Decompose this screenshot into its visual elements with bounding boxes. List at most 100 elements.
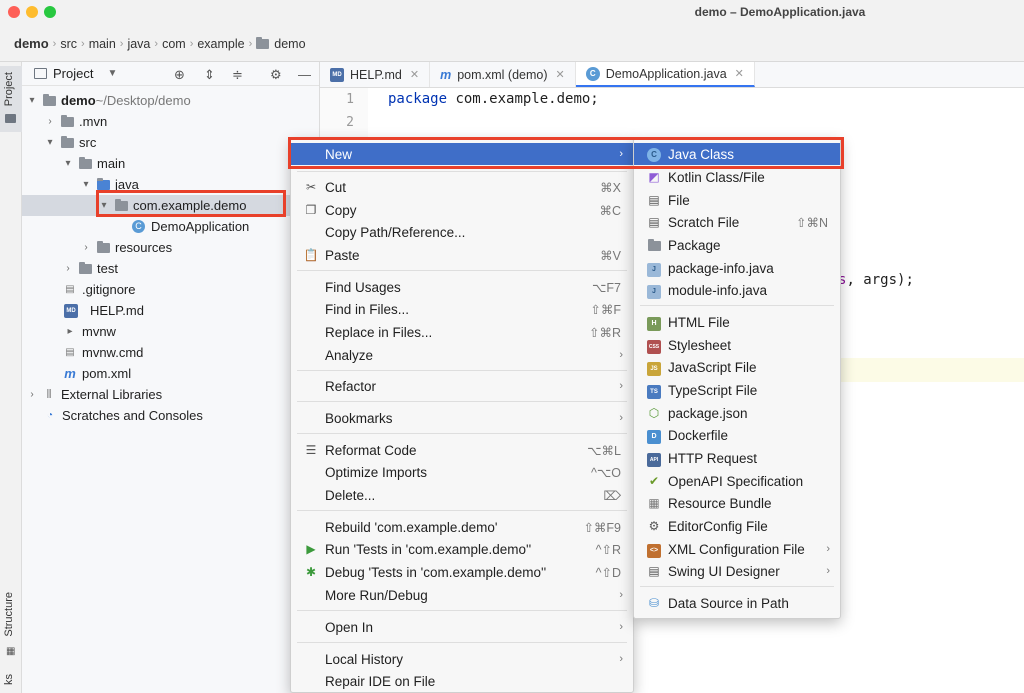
- tree-item-mvn[interactable]: › .mvn: [22, 111, 320, 132]
- tree-item-scratches[interactable]: ◔ Scratches and Consoles: [22, 405, 320, 426]
- submenu-item-openapi[interactable]: ✔ OpenAPI Specification: [634, 470, 840, 492]
- chevron-down-icon[interactable]: ▾: [98, 200, 110, 211]
- tree-item-test[interactable]: › test: [22, 258, 320, 279]
- submenu-item-data-source[interactable]: ⛁ Data Source in Path: [634, 592, 840, 614]
- close-icon[interactable]: ✕: [410, 68, 419, 81]
- tree-item-mvnw[interactable]: ▸ mvnw: [22, 321, 320, 342]
- menu-item-run-tests[interactable]: ▶ Run 'Tests in 'com.example.demo'' ^⇧R: [291, 538, 633, 560]
- menu-item-paste[interactable]: 📋 Paste ⌘V: [291, 244, 633, 266]
- bookmarks-tool-tab[interactable]: ks: [3, 674, 15, 685]
- code-line[interactable]: package com.example.demo;: [388, 91, 599, 107]
- submenu-item-swing-ui[interactable]: ▤ Swing UI Designer ›: [634, 560, 840, 582]
- menu-item-local-history[interactable]: Local History ›: [291, 648, 633, 670]
- minimize-icon[interactable]: —: [298, 67, 311, 82]
- tree-item-main[interactable]: ▾ main: [22, 153, 320, 174]
- new-submenu: C Java Class ◩ Kotlin Class/File ▤ File …: [633, 138, 841, 619]
- breadcrumb-item[interactable]: demo: [274, 37, 305, 51]
- tree-item-pom-xml[interactable]: m pom.xml: [22, 363, 320, 384]
- chevron-right-icon[interactable]: ›: [26, 389, 38, 400]
- menu-item-cut[interactable]: ✂ Cut ⌘X: [291, 176, 633, 198]
- breadcrumb-item[interactable]: example: [197, 37, 244, 51]
- tree-item-gitignore[interactable]: ▤ .gitignore: [22, 279, 320, 300]
- close-icon[interactable]: ✕: [556, 68, 565, 81]
- submenu-item-module-info[interactable]: J module-info.java: [634, 279, 840, 301]
- submenu-item-kotlin[interactable]: ◩ Kotlin Class/File: [634, 166, 840, 188]
- menu-item-find-in-files[interactable]: Find in Files... ⇧⌘F: [291, 298, 633, 320]
- chevron-down-icon[interactable]: ▼: [107, 68, 117, 79]
- submenu-item-editorconfig[interactable]: ⚙ EditorConfig File: [634, 515, 840, 537]
- submenu-item-dockerfile[interactable]: D Dockerfile: [634, 424, 840, 446]
- submenu-item-java-class[interactable]: C Java Class: [634, 143, 840, 165]
- chevron-down-icon[interactable]: ▾: [44, 137, 56, 148]
- expand-all-icon[interactable]: ⇕: [204, 67, 215, 83]
- menu-item-open-in[interactable]: Open In ›: [291, 616, 633, 638]
- submenu-item-http-request[interactable]: API HTTP Request: [634, 447, 840, 469]
- menu-item-delete[interactable]: Delete... ⌦: [291, 484, 633, 506]
- zoom-window-button[interactable]: [44, 6, 56, 18]
- tree-item-external-libraries[interactable]: › ⫼ External Libraries: [22, 384, 320, 405]
- menu-item-copy-path[interactable]: Copy Path/Reference...: [291, 221, 633, 243]
- menu-item-reformat-code[interactable]: ☰ Reformat Code ⌥⌘L: [291, 439, 633, 461]
- chevron-right-icon[interactable]: ›: [44, 116, 56, 127]
- menu-item-bookmarks[interactable]: Bookmarks ›: [291, 407, 633, 429]
- tree-item-src[interactable]: ▾ src: [22, 132, 320, 153]
- menu-item-refactor[interactable]: Refactor ›: [291, 375, 633, 397]
- gear-icon[interactable]: ⚙: [270, 67, 282, 83]
- submenu-item-package[interactable]: Package: [634, 234, 840, 256]
- menu-item-replace-in-files[interactable]: Replace in Files... ⇧⌘R: [291, 321, 633, 343]
- submenu-item-scratch[interactable]: ▤ Scratch File ⇧⌘N: [634, 211, 840, 233]
- menu-item-repair-ide[interactable]: Repair IDE on File: [291, 670, 633, 692]
- project-tool-tab[interactable]: Project: [3, 72, 15, 106]
- menu-item-new[interactable]: New ›: [291, 143, 633, 165]
- menu-item-copy[interactable]: ❐ Copy ⌘C: [291, 199, 633, 221]
- tree-item-com-example-demo[interactable]: ▾ com.example.demo: [22, 195, 320, 216]
- minimize-window-button[interactable]: [26, 6, 38, 18]
- tree-item-resources[interactable]: › resources: [22, 237, 320, 258]
- submenu-item-stylesheet[interactable]: CSS Stylesheet: [634, 334, 840, 356]
- tree-item-java[interactable]: ▾ java: [22, 174, 320, 195]
- locate-icon[interactable]: ⊕: [174, 67, 185, 83]
- tree-item-help-md[interactable]: MD HELP.md: [22, 300, 320, 321]
- tab-pom-xml[interactable]: m pom.xml (demo) ✕: [430, 62, 576, 87]
- breadcrumb-item[interactable]: main: [89, 37, 116, 51]
- menu-item-analyze[interactable]: Analyze ›: [291, 344, 633, 366]
- submenu-item-html[interactable]: H HTML File: [634, 311, 840, 333]
- submenu-item-resource-bundle[interactable]: ▦ Resource Bundle: [634, 492, 840, 514]
- submenu-item-xml-config[interactable]: <> XML Configuration File ›: [634, 538, 840, 560]
- tree-item-demo[interactable]: ▾ demo ~/Desktop/demo: [22, 90, 320, 111]
- chevron-down-icon[interactable]: ▾: [80, 179, 92, 190]
- menu-item-rebuild[interactable]: Rebuild 'com.example.demo' ⇧⌘F9: [291, 516, 633, 538]
- breadcrumb-item[interactable]: java: [127, 37, 150, 51]
- chevron-down-icon[interactable]: ▾: [62, 158, 74, 169]
- submenu-item-file[interactable]: ▤ File: [634, 189, 840, 211]
- menu-item-find-usages[interactable]: Find Usages ⌥F7: [291, 276, 633, 298]
- tool-window-strip: Project Structure ▦ ks: [0, 62, 22, 693]
- collapse-all-icon[interactable]: ≑: [232, 67, 243, 83]
- submenu-item-package-json[interactable]: ⬡ package.json: [634, 402, 840, 424]
- chevron-right-icon[interactable]: ›: [80, 242, 92, 253]
- tree-item-mvnw-cmd[interactable]: ▤ mvnw.cmd: [22, 342, 320, 363]
- breadcrumb-item[interactable]: demo: [14, 36, 49, 51]
- code-line-fragment[interactable]: s, args);: [838, 272, 914, 288]
- structure-tool-tab[interactable]: Structure: [3, 592, 15, 637]
- submenu-item-package-info[interactable]: J package-info.java: [634, 257, 840, 279]
- breadcrumb-item[interactable]: com: [162, 37, 186, 51]
- package-icon: [115, 198, 128, 211]
- close-window-button[interactable]: [8, 6, 20, 18]
- chevron-down-icon[interactable]: ▾: [26, 95, 38, 106]
- menu-item-more-run-debug[interactable]: More Run/Debug ›: [291, 584, 633, 606]
- menu-item-optimize-imports[interactable]: Optimize Imports ^⌥O: [291, 461, 633, 483]
- close-icon[interactable]: ✕: [735, 67, 744, 80]
- menu-item-debug-tests[interactable]: ✱ Debug 'Tests in 'com.example.demo'' ^⇧…: [291, 561, 633, 583]
- submenu-item-typescript[interactable]: TS TypeScript File: [634, 379, 840, 401]
- tree-item-demoapplication[interactable]: C DemoApplication: [22, 216, 320, 237]
- tab-help-md[interactable]: MD HELP.md ✕: [320, 62, 431, 87]
- source-folder-icon: [97, 177, 110, 190]
- submenu-item-javascript[interactable]: JS JavaScript File: [634, 356, 840, 378]
- breadcrumb-item[interactable]: src: [60, 37, 77, 51]
- tab-demoapplication-java[interactable]: C DemoApplication.java ✕: [575, 62, 755, 87]
- project-view-title[interactable]: Project: [53, 66, 93, 81]
- html-file-icon: H: [646, 314, 662, 331]
- chevron-right-icon[interactable]: ›: [62, 263, 74, 274]
- project-panel: Project ▼ ⊕ ⇕ ≑ ⚙ — ▾ demo ~/Desktop/dem…: [22, 62, 320, 693]
